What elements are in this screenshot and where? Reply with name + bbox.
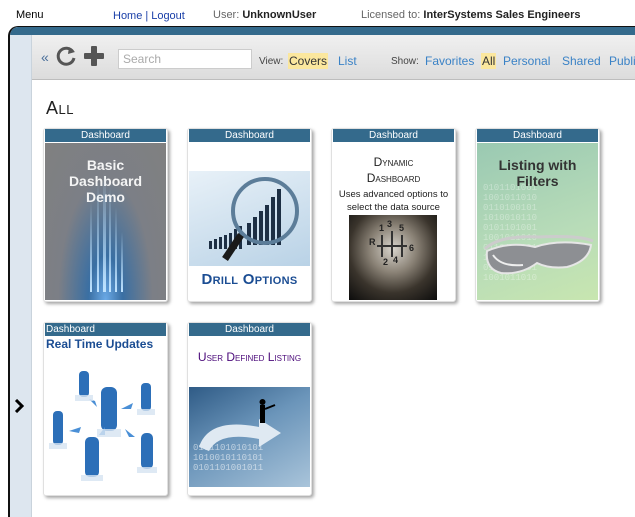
card-cover-image: Drill Options [189,143,310,300]
search-input[interactable] [118,49,252,69]
view-option-covers[interactable]: Covers [288,53,329,69]
svg-text:1: 1 [379,223,384,233]
portal-frame: « View: Covers List Show: Favorites All … [8,26,635,517]
nav-links: Home | Logout [113,10,185,22]
user-name: UnknownUser [242,9,317,21]
light-beam [121,232,123,292]
dashboard-card-listing-filters[interactable]: Dashboard 0101101001 1001011010 01101001… [475,128,600,302]
light-beam [97,182,99,292]
section-title: All [46,98,74,118]
sidebar [10,35,32,517]
card-type-label: Dashboard [333,129,454,142]
top-bar: Menu Home | Logout User: UnknownUser Licen… [0,0,635,26]
card-cover-image: User Defined Listing 0101101010101 10100… [189,337,310,494]
light-beam [115,207,117,292]
svg-text:6: 6 [409,243,414,253]
gear-shift-image: 135 R 6 24 [349,215,437,300]
dashboard-card-user-defined-listing[interactable]: Dashboard User Defined Listing 010110101… [187,322,312,496]
show-option-personal[interactable]: Personal [502,53,551,69]
show-option-public[interactable]: Publi [608,53,635,69]
svg-text:3: 3 [387,219,392,229]
light-beam [90,202,92,292]
view-label: View: [259,56,284,67]
user-label: User: [213,9,240,21]
card-type-label: Dashboard [189,129,310,142]
card-type-label: Dashboard [45,323,166,336]
content-area: All Dashboard Basic Dashboard Demo Dashb… [32,80,635,517]
database-network-image [49,371,157,481]
user-info: User: UnknownUser [213,9,316,21]
license-name: InterSystems Sales Engineers [423,9,581,21]
svg-text:R: R [369,237,376,247]
show-label: Show: [391,56,419,67]
light-beam [109,187,111,292]
magnifier-chart-image [189,171,310,266]
dashboard-card-basic-demo[interactable]: Dashboard Basic Dashboard Demo [43,128,168,302]
card-title: Dynamic Dashboard [366,155,421,185]
show-option-favorites[interactable]: Favorites [424,53,475,69]
dashboard-card-drill-options[interactable]: Dashboard Drill Options [187,128,312,302]
collapse-icon[interactable]: « [41,49,49,65]
card-type-label: Dashboard [189,323,310,336]
card-title: Listing with Filters [498,157,577,189]
home-link[interactable]: Home [113,10,142,22]
dashboard-card-dynamic[interactable]: Dashboard Dynamic Dashboard Uses advance… [331,128,456,302]
link-separator: | [145,10,149,22]
svg-text:4: 4 [393,255,398,265]
svg-text:5: 5 [399,223,404,233]
view-option-list[interactable]: List [337,53,358,69]
card-subtitle: Uses advanced options to select the data… [338,189,449,213]
card-title: Real Time Updates [46,337,154,351]
license-label: Licensed to: [361,9,421,21]
card-type-label: Dashboard [45,129,166,142]
plus-icon[interactable] [83,45,105,67]
refresh-icon[interactable] [56,45,78,67]
light-beam [103,172,106,292]
frame-header-bar [10,27,635,35]
card-cover-image: Dynamic Dashboard Uses advanced options … [333,143,454,300]
card-cover-image: 0101101001 1001011010 0110100101 1010010… [477,143,598,300]
toolbar: « View: Covers List Show: Favorites All … [32,35,635,80]
card-cover-image: Real Time Updates [45,337,166,494]
license-info: Licensed to: InterSystems Sales Engineer… [361,9,581,21]
sunglasses-image [483,235,594,275]
arrow-binary-image: 0101101010101 1010010110101 010110100101… [189,387,310,487]
menu-link[interactable]: Menu [16,9,44,21]
logout-link[interactable]: Logout [151,10,185,22]
card-cover-image: Basic Dashboard Demo [45,143,166,300]
show-option-all[interactable]: All [481,53,497,69]
svg-text:2: 2 [383,257,388,267]
card-title: Drill Options [201,271,298,288]
card-title: User Defined Listing [197,350,302,364]
card-type-label: Dashboard [477,129,598,142]
show-option-shared[interactable]: Shared [561,53,602,69]
expand-sidebar-icon[interactable] [14,398,25,418]
dashboard-card-real-time[interactable]: Dashboard Real Time Updates [43,322,168,496]
